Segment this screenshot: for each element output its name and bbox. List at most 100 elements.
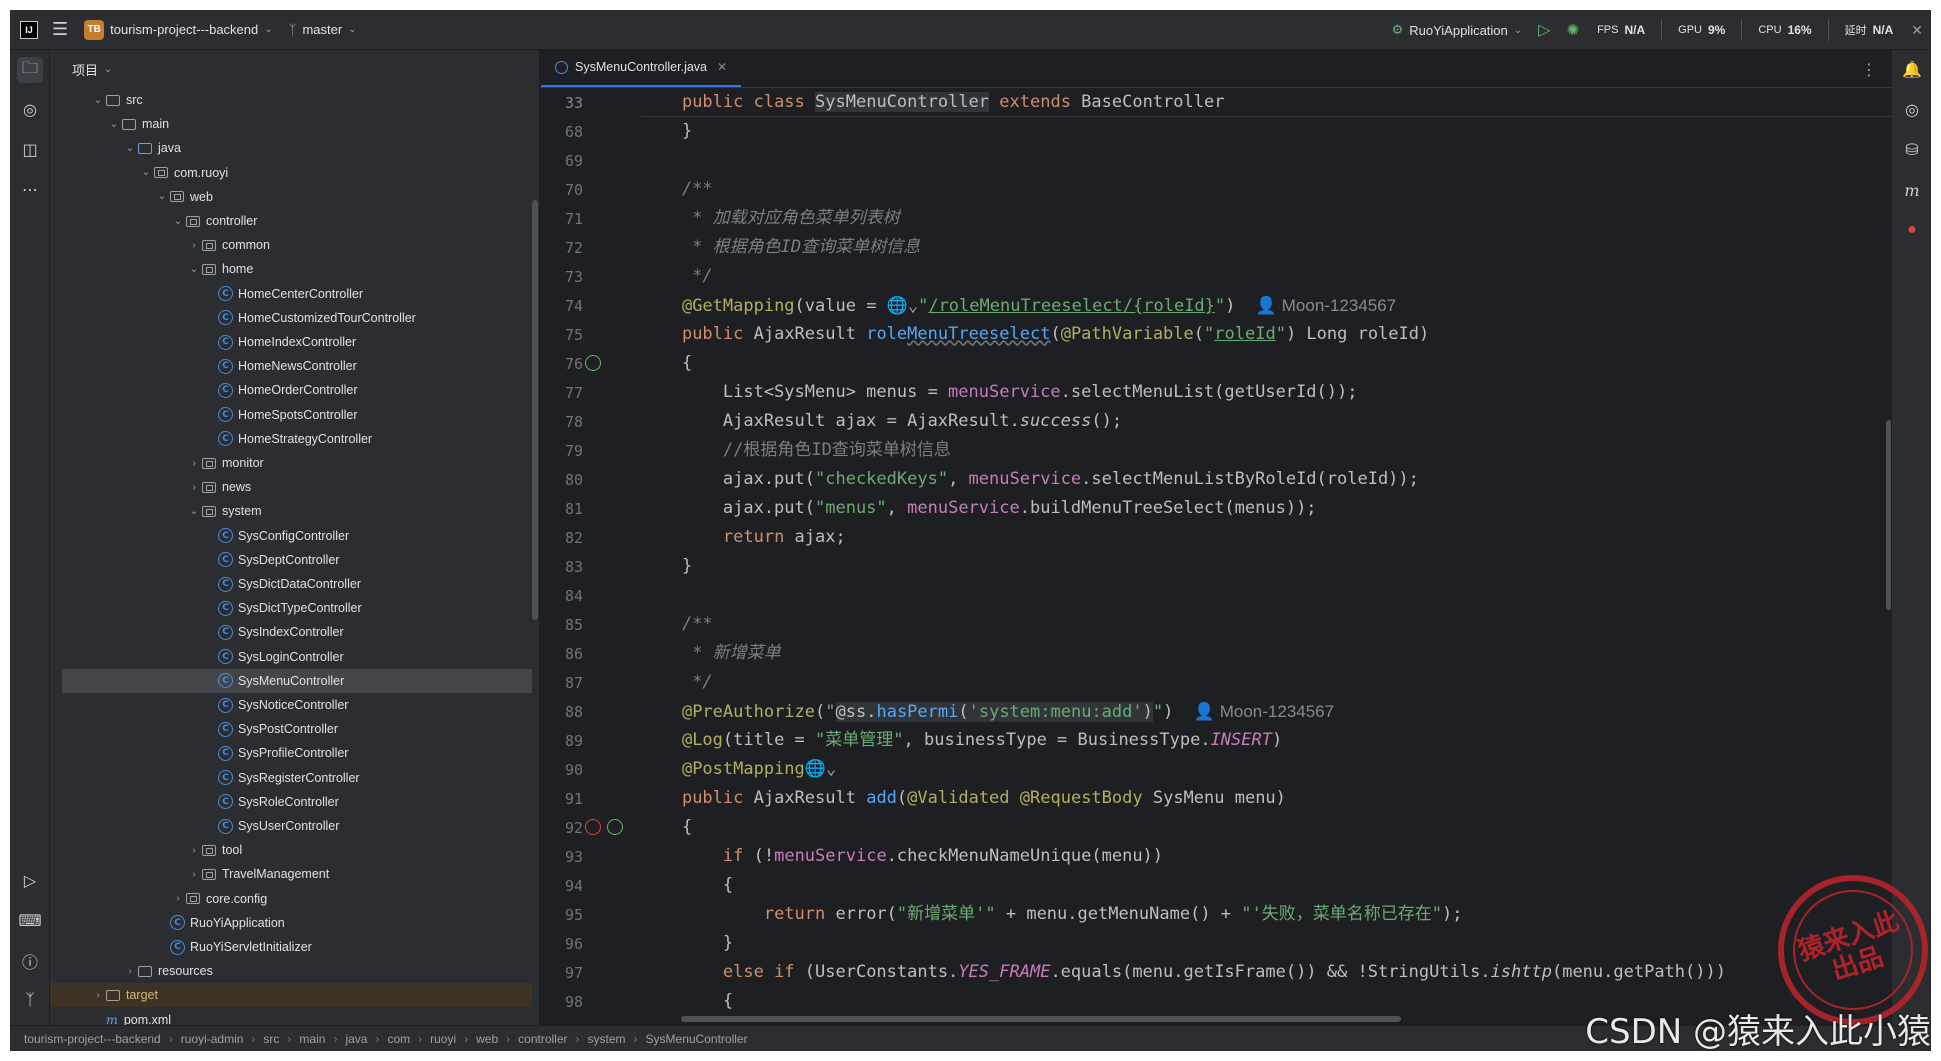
project-widget[interactable]: TB tourism-project---backend ⌄ bbox=[76, 10, 281, 50]
breadcrumb-item[interactable]: com bbox=[387, 1032, 410, 1046]
project-scrollbar[interactable] bbox=[532, 200, 538, 620]
tab-menu-icon[interactable]: ⋮ bbox=[1861, 60, 1877, 80]
tree-class-item[interactable]: C SysRoleController bbox=[50, 790, 532, 814]
chevron-down-icon[interactable]: ⌄ bbox=[170, 216, 186, 227]
project-folder-icon[interactable]: 🗀 bbox=[17, 57, 43, 83]
project-panel-header[interactable]: 项目 ⌄ bbox=[50, 50, 539, 88]
tree-folder-item[interactable]: › core.config bbox=[50, 887, 532, 911]
tree-class-item[interactable]: C SysProfileController bbox=[50, 741, 532, 765]
tree-class-item[interactable]: C SysLoginController bbox=[50, 645, 532, 669]
tree-class-item[interactable]: C SysNoticeController bbox=[50, 693, 532, 717]
chevron-right-icon[interactable]: › bbox=[186, 482, 202, 493]
chevron-right-icon[interactable]: › bbox=[186, 845, 202, 856]
tab-sysmenucontroller[interactable]: SysMenuController.java ✕ bbox=[541, 49, 742, 87]
breadcrumb-item[interactable]: ruoyi bbox=[430, 1032, 456, 1046]
editor-horizontal-scrollbar[interactable] bbox=[681, 1016, 1401, 1022]
endpoint-gutter-icon[interactable] bbox=[585, 355, 601, 371]
main-menu-button[interactable]: ☰ bbox=[44, 10, 76, 50]
chevron-right-icon[interactable]: › bbox=[122, 966, 138, 977]
more-tools-icon[interactable]: ⋯ bbox=[17, 177, 43, 203]
tree-class-item[interactable]: C SysConfigController bbox=[50, 524, 532, 548]
run-button[interactable]: ▷ bbox=[1530, 10, 1558, 50]
tree-folder-item[interactable]: › monitor bbox=[50, 451, 532, 475]
breadcrumb-item[interactable]: java bbox=[345, 1032, 367, 1046]
run-config-selector[interactable]: ⚙ RuoYiApplication ⌄ bbox=[1384, 10, 1531, 50]
class-icon: C bbox=[170, 939, 185, 955]
tree-folder-item[interactable]: › common bbox=[50, 233, 532, 257]
problems-icon[interactable]: ⓘ bbox=[17, 948, 43, 974]
breakpoint-gutter-icon[interactable] bbox=[585, 819, 601, 835]
git-icon[interactable]: ᛉ bbox=[17, 988, 43, 1014]
tree-class-item[interactable]: C RuoYiApplication bbox=[50, 911, 532, 935]
ai-assistant-icon[interactable]: ◎ bbox=[1899, 97, 1925, 123]
breadcrumb-item[interactable]: main bbox=[299, 1032, 325, 1046]
tree-class-item[interactable]: C HomeStrategyController bbox=[50, 427, 532, 451]
tree-folder-item[interactable]: ⌄ java bbox=[50, 136, 532, 160]
tree-folder-item[interactable]: ⌄ system bbox=[50, 499, 532, 523]
chevron-down-icon[interactable]: ⌄ bbox=[106, 119, 122, 130]
chevron-down-icon[interactable]: ⌄ bbox=[122, 143, 138, 154]
chevron-down-icon: ⌄ bbox=[348, 24, 357, 35]
tree-class-item[interactable]: C SysRegisterController bbox=[50, 766, 532, 790]
tree-class-item[interactable]: C HomeNewsController bbox=[50, 354, 532, 378]
tree-class-item[interactable]: C SysDeptController bbox=[50, 548, 532, 572]
chevron-right-icon[interactable]: › bbox=[186, 240, 202, 251]
tree-folder-item[interactable]: ⌄ main bbox=[50, 112, 532, 136]
commit-icon[interactable]: ◎ bbox=[17, 97, 43, 123]
line-number: 85 bbox=[564, 616, 583, 634]
debug-button[interactable]: ✺ bbox=[1558, 10, 1587, 50]
notifications-icon[interactable]: 🔔 bbox=[1899, 57, 1925, 83]
database-icon[interactable]: ⛁ bbox=[1899, 137, 1925, 163]
chevron-down-icon[interactable]: ⌄ bbox=[90, 95, 106, 106]
tree-folder-item[interactable]: › news bbox=[50, 475, 532, 499]
tree-item-label: java bbox=[158, 141, 181, 156]
breadcrumb-item[interactable]: SysMenuController bbox=[646, 1032, 748, 1046]
chevron-down-icon[interactable]: ⌄ bbox=[138, 167, 154, 178]
services-icon[interactable]: ▷ bbox=[17, 868, 43, 894]
plugin-icon[interactable]: ● bbox=[1899, 217, 1925, 243]
chevron-right-icon[interactable]: › bbox=[90, 990, 106, 1001]
tree-class-item[interactable]: C HomeSpotsController bbox=[50, 403, 532, 427]
class-icon: C bbox=[218, 721, 233, 737]
structure-icon[interactable]: ◫ bbox=[17, 137, 43, 163]
tree-class-item[interactable]: C HomeIndexController bbox=[50, 330, 532, 354]
tree-class-item[interactable]: C SysUserController bbox=[50, 814, 532, 838]
tree-class-item[interactable]: C SysMenuController bbox=[62, 668, 532, 693]
tree-folder-item[interactable]: › target bbox=[50, 983, 532, 1008]
tree-folder-item[interactable]: ⌄ src bbox=[50, 88, 532, 112]
tree-folder-item[interactable]: ⌄ home bbox=[50, 257, 532, 281]
tree-class-item[interactable]: C HomeCustomizedTourController bbox=[50, 306, 532, 330]
breadcrumb-item[interactable]: controller bbox=[518, 1032, 567, 1046]
chevron-right-icon[interactable]: › bbox=[170, 893, 186, 904]
chevron-down-icon[interactable]: ⌄ bbox=[186, 506, 202, 517]
breadcrumb-item[interactable]: ruoyi-admin bbox=[181, 1032, 244, 1046]
chevron-right-icon[interactable]: › bbox=[186, 458, 202, 469]
terminal-icon[interactable]: ⌨ bbox=[17, 908, 43, 934]
chevron-right-icon[interactable]: › bbox=[186, 869, 202, 880]
close-window-button[interactable]: ✕ bbox=[1903, 10, 1931, 50]
breadcrumb-item[interactable]: web bbox=[476, 1032, 498, 1046]
vcs-branch-widget[interactable]: ᛉ master ⌄ bbox=[281, 10, 365, 50]
tree-folder-item[interactable]: › tool bbox=[50, 838, 532, 862]
chevron-down-icon[interactable]: ⌄ bbox=[186, 264, 202, 275]
tree-class-item[interactable]: C SysPostController bbox=[50, 717, 532, 741]
tree-folder-item[interactable]: ⌄ com.ruoyi bbox=[50, 161, 532, 185]
chevron-down-icon[interactable]: ⌄ bbox=[154, 191, 170, 202]
endpoint-gutter-icon[interactable] bbox=[607, 819, 623, 835]
tree-class-item[interactable]: C SysIndexController bbox=[50, 620, 532, 644]
tree-folder-item[interactable]: ⌄ controller bbox=[50, 209, 532, 233]
breadcrumb-item[interactable]: system bbox=[588, 1032, 626, 1046]
tree-class-item[interactable]: C SysDictTypeController bbox=[50, 596, 532, 620]
breadcrumb-item[interactable]: src bbox=[263, 1032, 279, 1046]
tree-class-item[interactable]: C SysDictDataController bbox=[50, 572, 532, 596]
breadcrumb-item[interactable]: tourism-project---backend bbox=[24, 1032, 161, 1046]
tree-class-item[interactable]: C HomeOrderController bbox=[50, 378, 532, 402]
code-view[interactable]: public class SysMenuController extends B… bbox=[641, 88, 1931, 1025]
tree-folder-item[interactable]: ⌄ web bbox=[50, 185, 532, 209]
tree-class-item[interactable]: C HomeCenterController bbox=[50, 282, 532, 306]
maven-icon[interactable]: m bbox=[1899, 177, 1925, 203]
tree-class-item[interactable]: C RuoYiServletInitializer bbox=[50, 935, 532, 959]
close-tab-icon[interactable]: ✕ bbox=[717, 60, 727, 74]
tree-folder-item[interactable]: › TravelManagement bbox=[50, 862, 532, 886]
tree-folder-item[interactable]: › resources bbox=[50, 959, 532, 983]
